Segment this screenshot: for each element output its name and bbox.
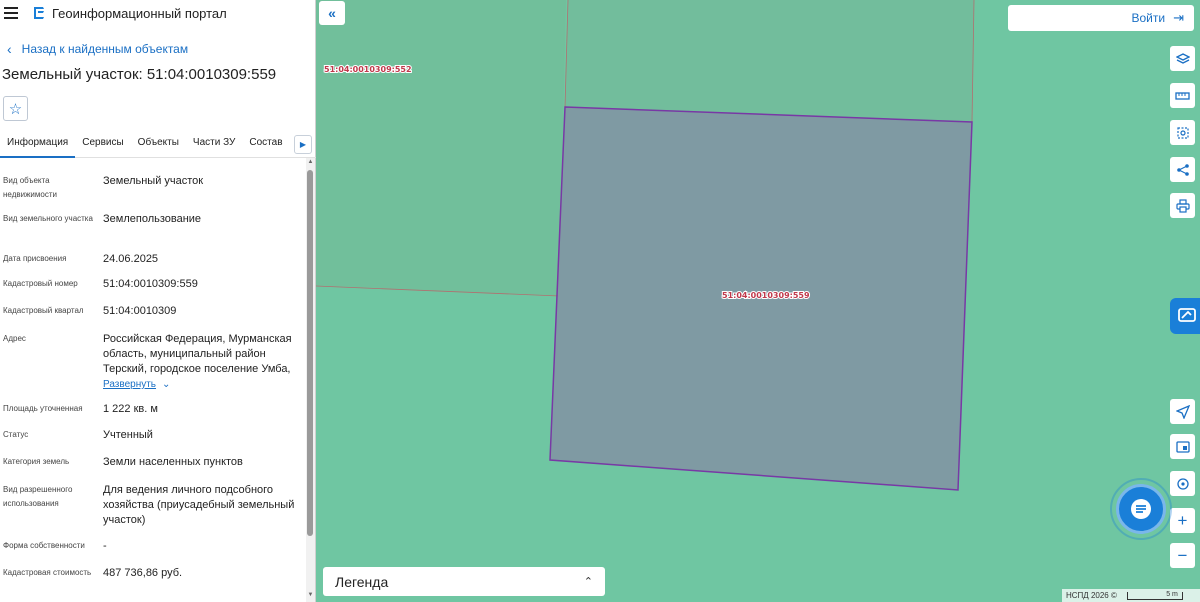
expand-link[interactable]: Развернуть <box>103 379 156 390</box>
geolocation-button[interactable] <box>1170 471 1195 496</box>
scrollbar[interactable]: ▲ ▼ <box>306 158 315 602</box>
scroll-up-icon[interactable]: ▲ <box>307 159 314 165</box>
expand-address[interactable]: Развернуть ⌄ <box>103 377 303 392</box>
geolocation-icon <box>1176 477 1189 490</box>
scroll-down-icon[interactable]: ▼ <box>307 592 314 598</box>
print-icon <box>1175 198 1190 213</box>
tab-services[interactable]: Сервисы <box>75 132 130 158</box>
chat-icon <box>1131 499 1151 519</box>
ruler-button[interactable] <box>1170 83 1195 108</box>
collapse-panel-button[interactable]: « <box>319 1 345 25</box>
scale-label: 5 m <box>1166 590 1178 598</box>
map-layer: 51:04:0010309:552 51:04:0010309:559 <box>316 0 975 491</box>
locate-icon <box>1175 404 1190 419</box>
object-title: Земельный участок: 51:04:0010309:559 <box>2 66 277 83</box>
portal-logo-icon <box>34 7 44 19</box>
feedback-icon <box>1178 308 1196 322</box>
share-icon <box>1176 163 1189 176</box>
property-label: Дата присвоения <box>3 254 67 263</box>
chat-button[interactable] <box>1116 484 1166 534</box>
minimap-button[interactable] <box>1170 434 1195 459</box>
ruler-icon <box>1175 91 1190 100</box>
property-label: Вид земельного участка <box>3 214 93 223</box>
tab-bar: Информация Сервисы Объекты Части ЗУ Сост… <box>0 132 316 158</box>
legend-panel[interactable]: Легенда ⌃ <box>323 567 605 596</box>
print-button[interactable] <box>1170 193 1195 218</box>
property-value: 51:04:0010309:559 <box>103 278 198 290</box>
property-value: 24.06.2025 <box>103 253 159 265</box>
property-value: Землепользование <box>103 213 202 225</box>
property-label: Кадастровая стоимость <box>3 568 92 577</box>
tab-composition[interactable]: Состав <box>242 132 289 158</box>
select-area-button[interactable] <box>1170 120 1195 145</box>
scrollbar-thumb[interactable] <box>307 170 313 536</box>
property-label: Кадастровый номер <box>3 279 78 288</box>
select-area-icon <box>1176 126 1189 139</box>
property-label: Категория земель <box>3 457 70 466</box>
chevron-right-icon: ▶ <box>299 140 307 149</box>
app-title: Геоинформационный портал <box>52 5 227 21</box>
tab-objects[interactable]: Объекты <box>131 132 186 158</box>
plus-icon: + <box>1177 510 1188 530</box>
info-panel: Геоинформационный портал ‹ Назад к найде… <box>0 0 316 602</box>
menu-icon[interactable] <box>4 7 18 19</box>
legend-label: Легенда <box>335 573 389 590</box>
property-value: 487 736,86 руб. <box>103 567 183 579</box>
expand-collapse-icon: ⌃ <box>583 576 593 588</box>
parcel-label-552: 51:04:0010309:552 <box>324 65 412 74</box>
back-link-label: Назад к найденным объектам <box>21 42 189 56</box>
map-canvas[interactable]: 51:04:0010309:552 51:04:0010309:559 <box>316 0 1200 602</box>
locate-button[interactable] <box>1170 399 1195 424</box>
property-value: Земельный участок <box>103 175 204 187</box>
favorite-button[interactable]: ☆ <box>3 96 28 121</box>
property-label: Адрес <box>3 334 26 343</box>
property-value: 51:04:0010309 <box>103 305 177 317</box>
property-label: Форма собственности <box>3 541 85 550</box>
property-label: Статус <box>3 430 29 439</box>
minimap-icon <box>1175 440 1190 453</box>
double-chevron-left-icon: « <box>328 5 336 21</box>
back-to-results-link[interactable]: ‹ Назад к найденным объектам <box>7 41 188 57</box>
side-feedback-tab[interactable] <box>1170 298 1200 334</box>
login-label: Войти <box>1131 11 1166 25</box>
address-text: Российская Федерация, Мурманская область… <box>103 333 292 375</box>
chevron-left-icon: ‹ <box>7 41 12 57</box>
app-header: Геоинформационный портал <box>0 0 315 26</box>
login-button[interactable]: Войти ⇥ <box>1008 5 1194 31</box>
parcel-552[interactable] <box>316 0 566 296</box>
property-label: Кадастровый квартал <box>3 306 84 315</box>
property-value: 1 222 кв. м <box>103 403 158 415</box>
properties-list: Вид объекта недвижимости Земельный участ… <box>0 166 306 602</box>
property-value: Для ведения личного подсобного хозяйства… <box>103 484 295 526</box>
zoom-in-button[interactable]: + <box>1170 508 1195 533</box>
property-label: Вид разрешенного использования <box>3 485 73 508</box>
layers-button[interactable] <box>1170 46 1195 71</box>
share-button[interactable] <box>1170 157 1195 182</box>
parcel-top[interactable] <box>565 0 974 122</box>
tab-parts[interactable]: Части ЗУ <box>186 132 242 158</box>
property-value: Российская Федерация, Мурманская область… <box>103 332 303 392</box>
property-label: Вид объекта недвижимости <box>3 176 57 199</box>
zoom-out-button[interactable]: − <box>1170 543 1195 568</box>
map-footer: НСПД 2026 © 5 m <box>1062 589 1200 602</box>
minus-icon: − <box>1177 545 1188 565</box>
property-value: - <box>103 540 107 552</box>
star-icon: ☆ <box>8 100 23 118</box>
scale-bar: 5 m <box>1126 590 1183 600</box>
property-value: Земли населенных пунктов <box>103 456 243 468</box>
chevron-down-icon: ⌄ <box>162 379 171 390</box>
tab-information[interactable]: Информация <box>0 132 76 158</box>
login-icon: ⇥ <box>1173 10 1184 25</box>
property-label: Площадь уточненная <box>3 404 83 413</box>
copyright-text: НСПД 2026 © <box>1066 591 1117 600</box>
parcel-label-559: 51:04:0010309:559 <box>722 291 810 300</box>
tabs-scroll-right-button[interactable]: ▶ <box>294 135 312 154</box>
layers-icon <box>1175 52 1190 64</box>
property-value: Учтенный <box>103 429 153 441</box>
